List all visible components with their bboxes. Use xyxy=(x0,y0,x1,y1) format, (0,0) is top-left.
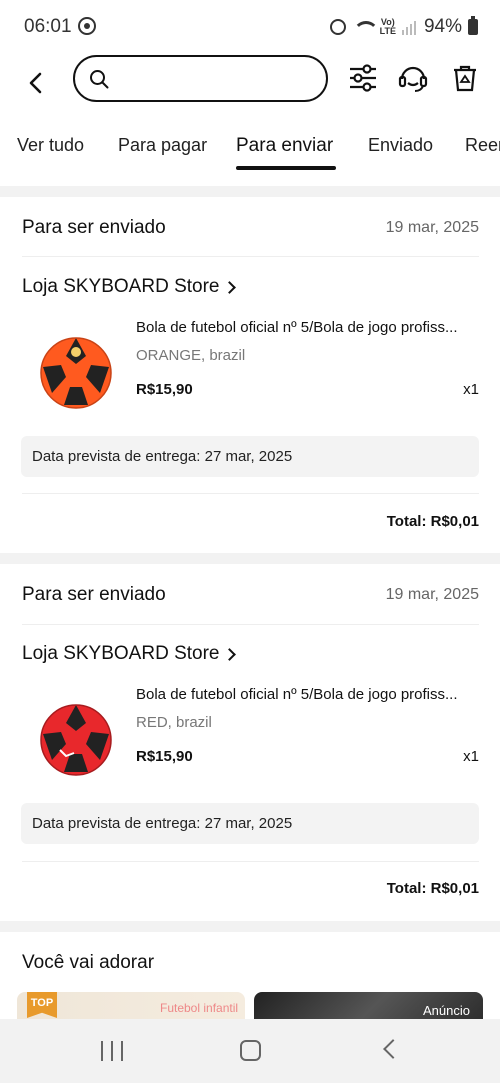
battery-percent: 94% xyxy=(423,16,462,37)
search-bar[interactable] xyxy=(73,55,328,102)
order-date: 19 mar, 2025 xyxy=(385,586,479,603)
filter-sliders-icon[interactable] xyxy=(347,62,379,94)
order-status: Para ser enviado xyxy=(22,217,166,238)
system-back-icon[interactable] xyxy=(383,1039,403,1059)
battery-icon xyxy=(468,16,478,35)
tab-para-pagar[interactable]: Para pagar xyxy=(118,135,207,156)
product-price: R$15,90 xyxy=(136,381,193,398)
order-tabs: Ver tudo Para pagar Para enviar Enviado … xyxy=(0,118,500,186)
order-status: Para ser enviado xyxy=(22,584,166,605)
recents-icon[interactable] xyxy=(101,1041,123,1061)
headset-icon[interactable] xyxy=(397,62,429,94)
store-link[interactable]: Loja SKYBOARD Store xyxy=(22,643,237,665)
chevron-right-icon xyxy=(223,280,237,294)
whatsapp-icon xyxy=(78,17,96,35)
recommended-product-caption: Futebol infantil xyxy=(160,1001,239,1015)
recycle-trash-icon[interactable] xyxy=(449,62,481,94)
divider xyxy=(22,624,479,625)
product-title[interactable]: Bola de futebol oficial nº 5/Bola de jog… xyxy=(136,686,482,703)
status-icons: Vo) LTE 94% xyxy=(329,16,478,38)
ad-badge: Anúncio xyxy=(423,1003,470,1018)
store-name: Loja SKYBOARD Store xyxy=(22,276,220,297)
back-arrow-icon[interactable] xyxy=(22,68,52,98)
divider xyxy=(22,861,479,862)
product-variant: ORANGE, brazil xyxy=(136,347,246,364)
product-variant: RED, brazil xyxy=(136,714,212,731)
order-total: Total: R$0,01 xyxy=(386,880,479,897)
tab-ver-tudo[interactable]: Ver tudo xyxy=(17,135,84,156)
top-badge: TOP xyxy=(27,992,57,1018)
order-card[interactable]: Para ser enviado 19 mar, 2025 Loja SKYBO… xyxy=(0,564,500,921)
status-time: 06:01 xyxy=(24,16,72,37)
delivery-estimate: Data prevista de entrega: 27 mar, 2025 xyxy=(21,803,479,844)
home-icon[interactable] xyxy=(240,1040,261,1061)
active-tab-indicator xyxy=(236,166,336,170)
store-name: Loja SKYBOARD Store xyxy=(22,643,220,664)
product-price: R$15,90 xyxy=(136,748,193,765)
product-quantity: x1 xyxy=(463,381,479,398)
tab-reembolso[interactable]: Reem xyxy=(465,135,500,156)
order-total: Total: R$0,01 xyxy=(386,513,479,530)
product-title[interactable]: Bola de futebol oficial nº 5/Bola de jog… xyxy=(136,319,482,336)
signal-icon xyxy=(401,19,418,35)
chevron-right-icon xyxy=(223,647,237,661)
tab-para-enviar[interactable]: Para enviar xyxy=(236,135,333,157)
search-icon xyxy=(90,70,109,89)
store-link[interactable]: Loja SKYBOARD Store xyxy=(22,276,237,298)
tab-enviado[interactable]: Enviado xyxy=(368,135,433,156)
status-bar: 06:01 Vo) LTE 94% xyxy=(0,0,500,54)
volte-icon: Vo) LTE xyxy=(379,17,396,36)
wifi-icon xyxy=(352,19,379,35)
order-card[interactable]: Para ser enviado 19 mar, 2025 Loja SKYBO… xyxy=(0,197,500,553)
product-thumbnail[interactable] xyxy=(36,333,116,413)
delivery-estimate: Data prevista de entrega: 27 mar, 2025 xyxy=(21,436,479,477)
recommendations-title: Você vai adorar xyxy=(22,952,155,973)
divider xyxy=(22,493,479,494)
product-thumbnail[interactable] xyxy=(36,700,116,780)
system-navigation-bar xyxy=(0,1019,500,1083)
order-date: 19 mar, 2025 xyxy=(385,219,479,236)
delivery-text: Data prevista de entrega: 27 mar, 2025 xyxy=(32,448,293,465)
top-bar xyxy=(0,54,500,118)
divider xyxy=(22,256,479,257)
search-input[interactable] xyxy=(119,67,314,91)
product-quantity: x1 xyxy=(463,748,479,765)
delivery-text: Data prevista de entrega: 27 mar, 2025 xyxy=(32,815,293,832)
alarm-icon xyxy=(329,19,346,35)
